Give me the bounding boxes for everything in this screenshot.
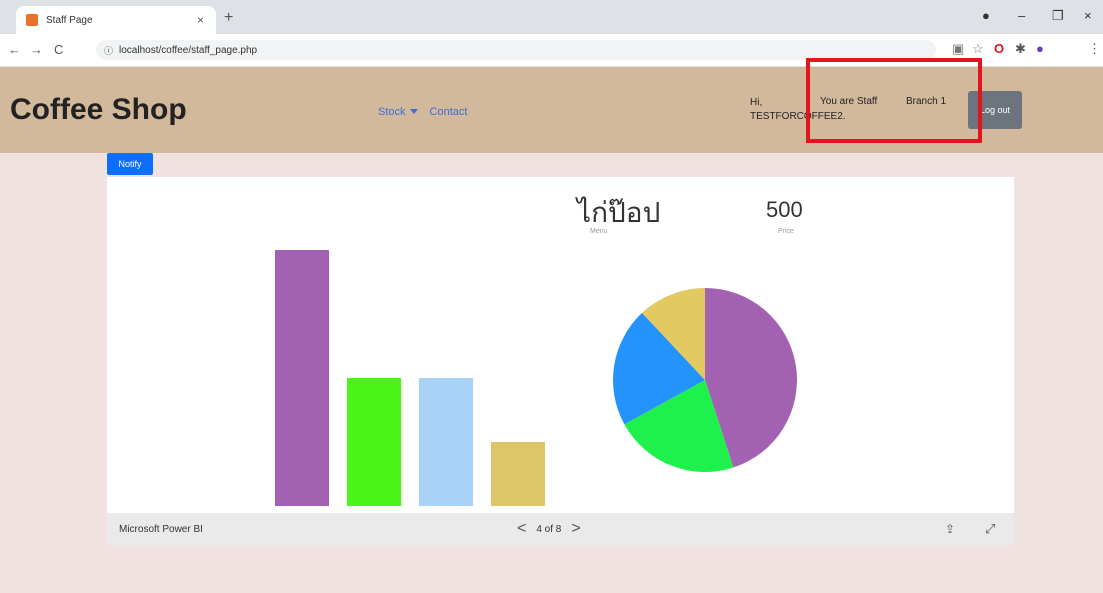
stock-dropdown[interactable]: Stock	[378, 106, 422, 118]
favicon-icon	[26, 14, 38, 26]
reload-icon[interactable]: C	[54, 42, 63, 57]
page-navigator: < 4 of 8 >	[517, 520, 581, 538]
profile-dot-icon[interactable]: ●	[982, 8, 990, 23]
bar-4	[491, 442, 545, 506]
bar-1	[275, 250, 329, 506]
share-icon[interactable]: ⇪	[945, 522, 955, 536]
avatar[interactable]: ●	[1036, 41, 1044, 56]
stock-label: Stock	[378, 106, 406, 118]
browser-tab-bar: Staff Page × + ● – ❐ ×	[0, 0, 1103, 34]
minimize-icon[interactable]: –	[1018, 8, 1025, 23]
menu-icon[interactable]: ⋮	[1088, 41, 1101, 57]
next-page-icon[interactable]: >	[571, 520, 580, 538]
kpi-price-caption: Price	[778, 228, 794, 235]
bar-chart	[275, 250, 545, 506]
url-field[interactable]: ⓘ localhost/coffee/staff_page.php	[96, 40, 936, 60]
fullscreen-icon[interactable]: ⤢	[985, 521, 995, 537]
kpi-price-card: 500	[766, 197, 803, 222]
highlight-annotation-box	[806, 58, 982, 143]
tab-close-icon[interactable]: ×	[197, 13, 204, 27]
page-label: 4 of 8	[536, 523, 562, 535]
forward-icon[interactable]: →	[30, 42, 43, 57]
bar-2	[347, 378, 401, 506]
translate-icon[interactable]: ▣	[952, 41, 964, 57]
info-icon[interactable]: ⓘ	[104, 44, 113, 57]
main-nav: Stock Contact	[378, 106, 467, 118]
browser-tab[interactable]: Staff Page ×	[16, 6, 216, 34]
back-icon[interactable]: ←	[8, 42, 21, 57]
notify-button[interactable]: Notify	[107, 153, 153, 175]
new-tab-icon[interactable]: +	[224, 9, 233, 27]
contact-link[interactable]: Contact	[430, 106, 468, 118]
tab-title: Staff Page	[46, 14, 93, 26]
opera-icon[interactable]: O	[994, 41, 1004, 56]
brand-logo[interactable]: Coffee Shop	[10, 93, 187, 127]
prev-page-icon[interactable]: <	[517, 520, 526, 538]
window-close-icon[interactable]: ×	[1084, 8, 1092, 23]
restore-icon[interactable]: ❐	[1052, 8, 1064, 24]
bookmark-star-icon[interactable]: ☆	[972, 41, 984, 57]
bar-3	[419, 378, 473, 506]
kpi-menu-caption: Menu	[590, 228, 608, 235]
caret-down-icon	[409, 109, 418, 114]
powerbi-brand[interactable]: Microsoft Power BI	[119, 524, 203, 535]
pie-chart	[613, 288, 797, 472]
powerbi-footer: Microsoft Power BI < 4 of 8 > ⇪ ⤢	[107, 513, 1014, 545]
url-text: localhost/coffee/staff_page.php	[119, 44, 258, 56]
extensions-icon[interactable]: ✱	[1015, 41, 1026, 57]
